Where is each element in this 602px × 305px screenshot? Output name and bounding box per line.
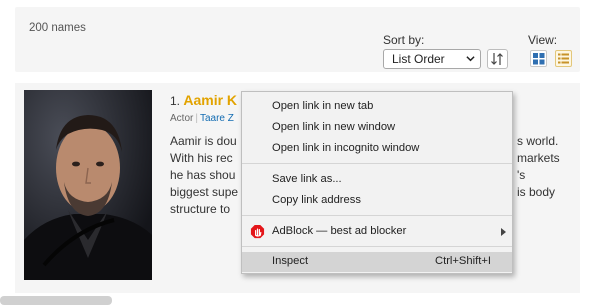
bio-line-2-tail: markets [517,151,560,165]
horizontal-scrollbar-thumb[interactable] [0,296,112,305]
bio-line-2: With his rec [170,151,233,165]
person-name-link[interactable]: Aamir K [183,92,237,108]
bio-line-3: he has shou [170,168,236,182]
bio-line-4-tail: is body [517,185,556,199]
context-menu: Open link in new tab Open link in new wi… [241,91,513,274]
menu-item-open-incognito[interactable]: Open link in incognito window [242,139,512,159]
menu-item-label: Save link as... [272,173,342,185]
bio-line-3-tail: 's [517,168,526,182]
menu-separator [242,246,512,247]
menu-separator [242,163,512,164]
item-title: 1. Aamir K [170,92,237,108]
item-meta: Actor | Taare Z [170,113,234,124]
menu-item-label: Inspect [272,255,309,267]
bio-line-1-tail: s world. [517,134,559,148]
bio-line-1: Aamir is dou [170,134,237,148]
menu-item-label: Open link in incognito window [272,142,420,154]
sort-direction-icon [491,53,503,65]
names-count: 200 names [29,22,86,34]
chevron-down-icon [466,56,475,62]
sort-select-value: List Order [392,52,445,66]
known-for-link[interactable]: Taare Z [200,113,234,124]
menu-item-save-link-as[interactable]: Save link as... [242,170,512,190]
menu-item-label: AdBlock — best ad blocker [272,225,407,237]
menu-item-label: Open link in new window [272,121,396,133]
sort-by-label: Sort by: [383,33,425,47]
role-label: Actor [170,113,194,124]
person-photo[interactable] [24,90,152,280]
menu-item-copy-link-address[interactable]: Copy link address [242,191,512,211]
menu-item-label: Open link in new tab [272,100,374,112]
sort-direction-button[interactable] [487,49,508,69]
menu-item-shortcut: Ctrl+Shift+I [435,255,491,267]
menu-item-label: Copy link address [272,194,361,206]
menu-item-open-new-window[interactable]: Open link in new window [242,118,512,138]
item-number: 1. [170,94,181,108]
sort-select[interactable]: List Order [383,49,481,69]
list-view-icon [558,53,569,64]
bio-line-4: biggest supe [170,185,239,199]
view-label: View: [528,33,558,47]
menu-separator [242,215,512,216]
bio-line-5: structure to [170,202,231,216]
grid-view-button[interactable] [530,50,547,67]
menu-item-open-new-tab[interactable]: Open link in new tab [242,97,512,117]
menu-item-inspect[interactable]: Inspect Ctrl+Shift+I [242,252,512,272]
list-view-button[interactable] [555,50,572,67]
menu-item-adblock[interactable]: AdBlock — best ad blocker [242,222,512,242]
submenu-arrow-icon [501,228,506,236]
portrait-image [24,90,152,280]
grid-view-icon [533,53,545,65]
adblock-hand-icon [250,224,265,239]
